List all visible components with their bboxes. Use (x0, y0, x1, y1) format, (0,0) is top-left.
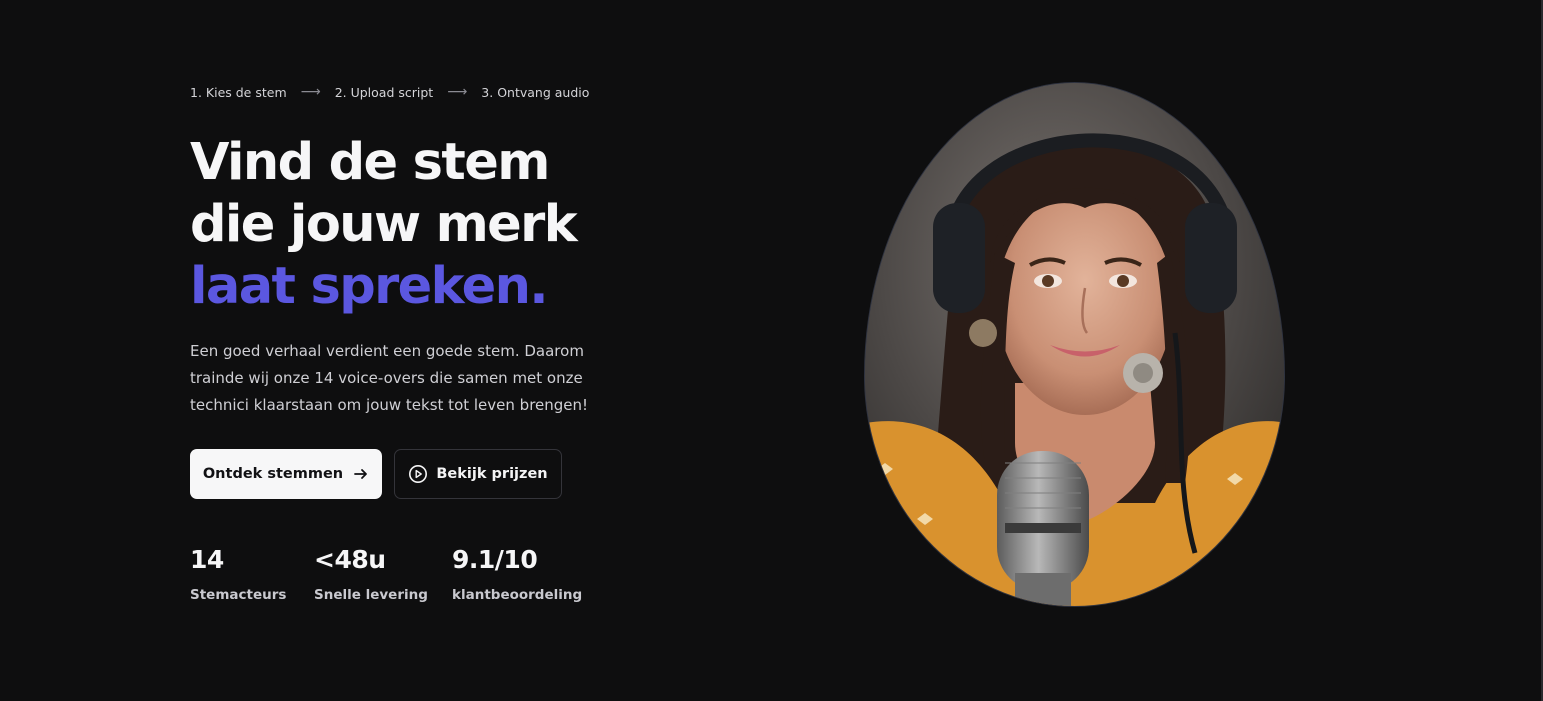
stat-label: Snelle levering (314, 587, 428, 603)
step-2: 2. Upload script (334, 84, 434, 100)
hero-headline: Vind de stem die jouw merk laat spreken. (190, 132, 578, 318)
stat-value: 14 (190, 545, 224, 574)
view-prices-label: Bekijk prijzen (436, 466, 548, 482)
description-line-1: Een goed verhaal verdient een goede stem… (190, 342, 584, 360)
description-line-3: technici klaarstaan om jouw tekst tot le… (190, 396, 589, 414)
arrow-right-icon: ⟶ (300, 84, 321, 100)
stat-voice-actors: 14 Stemacteurs (190, 545, 286, 603)
step-1: 1. Kies de stem (190, 84, 287, 100)
stat-label: Stemacteurs (190, 587, 287, 603)
voice-actress-portrait (864, 82, 1285, 607)
headline-accent-line: laat spreken. (190, 257, 549, 316)
portrait-illustration (865, 83, 1284, 606)
hero-section: 1. Kies de stem ⟶ 2. Upload script ⟶ 3. … (0, 0, 1543, 701)
discover-voices-button[interactable]: Ontdek stemmen (190, 449, 382, 499)
arrow-right-icon: ⟶ (447, 84, 468, 100)
play-circle-icon (409, 465, 428, 483)
headline-line-1: Vind de stem (190, 133, 550, 192)
step-3: 3. Ontvang audio (481, 84, 590, 100)
arrow-right-icon (354, 469, 368, 479)
discover-voices-label: Ontdek stemmen (202, 466, 344, 482)
stat-value: <48u (314, 545, 386, 574)
stat-delivery: <48u Snelle levering (314, 545, 428, 603)
view-prices-button[interactable]: Bekijk prijzen (394, 449, 562, 499)
stat-value: 9.1/10 (452, 545, 538, 574)
stat-rating: 9.1/10 klantbeoordeling (452, 545, 582, 603)
description-line-2: trainde wij onze 14 voice-overs die same… (190, 369, 583, 387)
hero-description: Een goed verhaal verdient een goede stem… (190, 338, 610, 419)
process-steps: 1. Kies de stem ⟶ 2. Upload script ⟶ 3. … (190, 84, 589, 100)
headline-line-2: die jouw merk (190, 195, 578, 254)
stat-label: klantbeoordeling (452, 587, 583, 603)
